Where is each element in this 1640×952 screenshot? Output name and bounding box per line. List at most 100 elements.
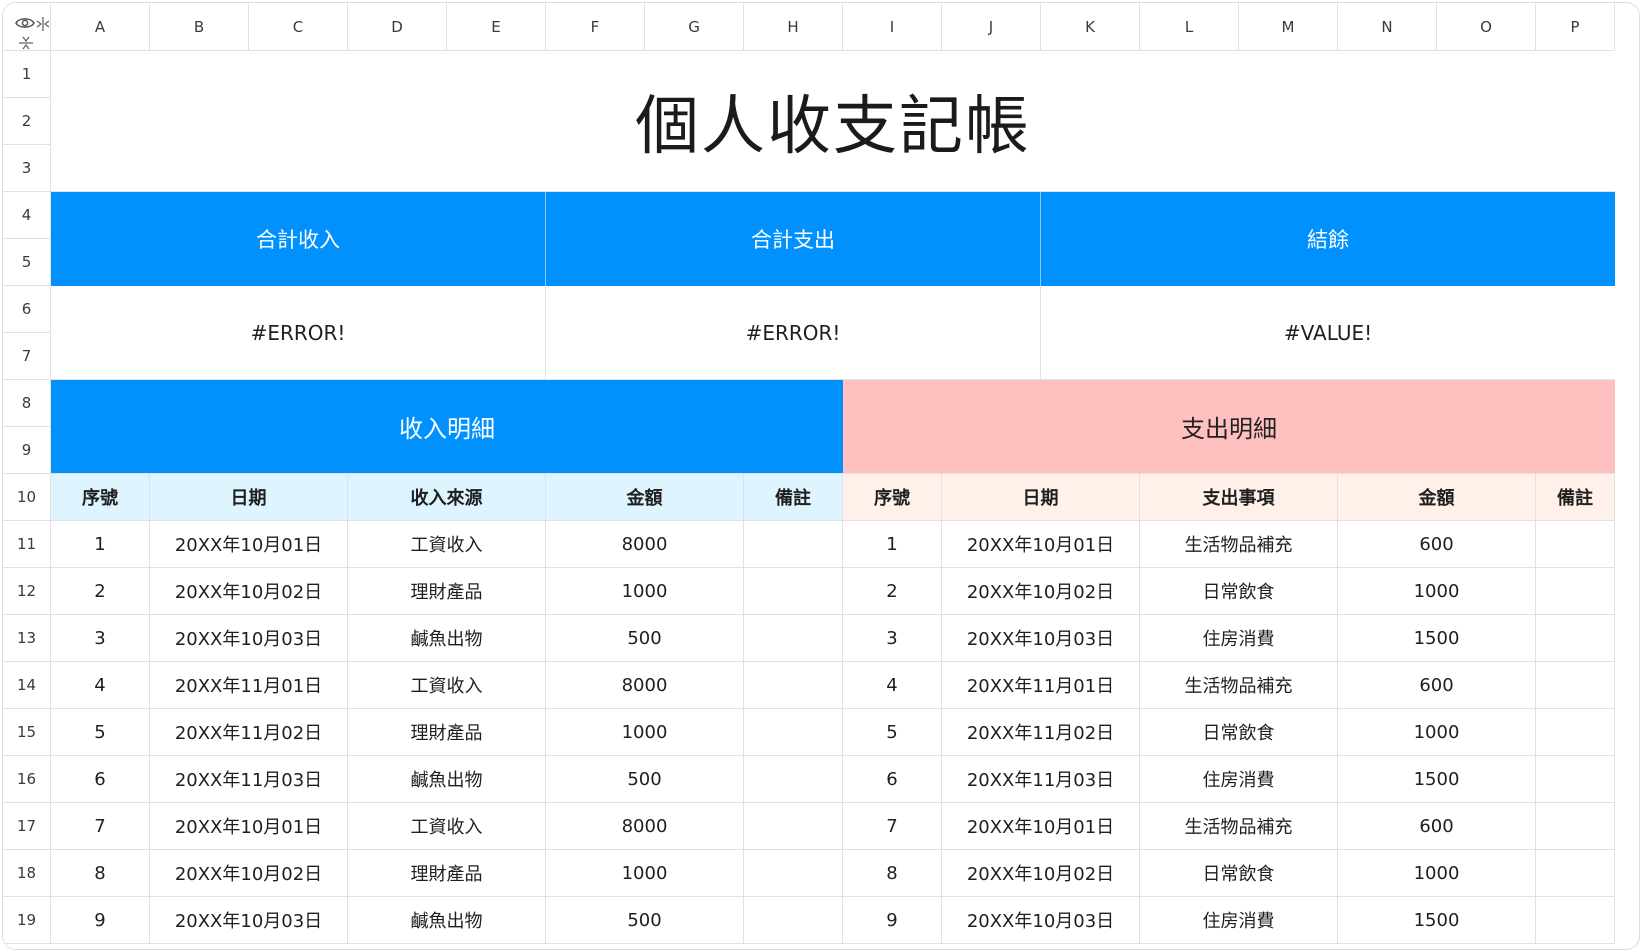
expense-index-cell[interactable]: 7 [843, 803, 942, 850]
income-col-source[interactable]: 收入來源 [348, 474, 546, 521]
row-header-5[interactable]: 5 [3, 239, 51, 286]
expense-col-date[interactable]: 日期 [942, 474, 1140, 521]
income-index-cell[interactable]: 5 [51, 709, 150, 756]
expense-amount-cell[interactable]: 1000 [1338, 709, 1536, 756]
expense-col-amount[interactable]: 金額 [1338, 474, 1536, 521]
expense-index-cell[interactable]: 3 [843, 615, 942, 662]
grid-corner[interactable] [3, 3, 51, 51]
income-source-cell[interactable]: 理財產品 [348, 850, 546, 897]
income-source-cell[interactable]: 鹹魚出物 [348, 615, 546, 662]
income-source-cell[interactable]: 理財產品 [348, 568, 546, 615]
income-date-cell[interactable]: 20XX年10月03日 [150, 897, 348, 944]
income-source-cell[interactable]: 工資收入 [348, 662, 546, 709]
expense-item-cell[interactable]: 生活物品補充 [1140, 803, 1338, 850]
income-source-cell[interactable]: 工資收入 [348, 803, 546, 850]
income-amount-cell[interactable]: 8000 [546, 521, 744, 568]
row-header-13[interactable]: 13 [3, 615, 51, 662]
income-note-cell[interactable] [744, 850, 843, 897]
row-resize-icon[interactable] [18, 36, 34, 50]
column-header-j[interactable]: J [942, 3, 1041, 51]
expense-col-note[interactable]: 備註 [1536, 474, 1615, 521]
row-header-10[interactable]: 10 [3, 474, 51, 521]
income-col-date[interactable]: 日期 [150, 474, 348, 521]
expense-index-cell[interactable]: 9 [843, 897, 942, 944]
income-index-cell[interactable]: 2 [51, 568, 150, 615]
row-header-11[interactable]: 11 [3, 521, 51, 568]
income-note-cell[interactable] [744, 615, 843, 662]
income-date-cell[interactable]: 20XX年10月02日 [150, 850, 348, 897]
row-header-7[interactable]: 7 [3, 333, 51, 380]
expense-item-cell[interactable]: 生活物品補充 [1140, 521, 1338, 568]
column-header-d[interactable]: D [348, 3, 447, 51]
row-header-9[interactable]: 9 [3, 427, 51, 474]
income-index-cell[interactable]: 4 [51, 662, 150, 709]
expense-amount-cell[interactable]: 600 [1338, 662, 1536, 709]
expense-index-cell[interactable]: 1 [843, 521, 942, 568]
column-header-n[interactable]: N [1338, 3, 1437, 51]
income-date-cell[interactable]: 20XX年10月03日 [150, 615, 348, 662]
row-header-12[interactable]: 12 [3, 568, 51, 615]
balance-label[interactable]: 結餘 [1041, 192, 1615, 286]
income-note-cell[interactable] [744, 897, 843, 944]
income-note-cell[interactable] [744, 756, 843, 803]
income-section-header[interactable]: 收入明細 [51, 380, 843, 474]
expense-amount-cell[interactable]: 1500 [1338, 897, 1536, 944]
expense-item-cell[interactable]: 日常飲食 [1140, 568, 1338, 615]
income-amount-cell[interactable]: 500 [546, 756, 744, 803]
expense-amount-cell[interactable]: 1500 [1338, 756, 1536, 803]
income-note-cell[interactable] [744, 709, 843, 756]
expense-col-index[interactable]: 序號 [843, 474, 942, 521]
expense-item-cell[interactable]: 日常飲食 [1140, 709, 1338, 756]
expense-index-cell[interactable]: 6 [843, 756, 942, 803]
total-expense-label[interactable]: 合計支出 [546, 192, 1041, 286]
income-amount-cell[interactable]: 1000 [546, 850, 744, 897]
row-header-2[interactable]: 2 [3, 98, 51, 145]
expense-item-cell[interactable]: 住房消費 [1140, 756, 1338, 803]
expense-col-item[interactable]: 支出事項 [1140, 474, 1338, 521]
column-header-e[interactable]: E [447, 3, 546, 51]
expense-note-cell[interactable] [1536, 756, 1615, 803]
expense-item-cell[interactable]: 日常飲食 [1140, 850, 1338, 897]
expense-note-cell[interactable] [1536, 615, 1615, 662]
expense-index-cell[interactable]: 4 [843, 662, 942, 709]
column-header-f[interactable]: F [546, 3, 645, 51]
income-col-index[interactable]: 序號 [51, 474, 150, 521]
row-header-18[interactable]: 18 [3, 850, 51, 897]
row-header-15[interactable]: 15 [3, 709, 51, 756]
row-header-16[interactable]: 16 [3, 756, 51, 803]
income-amount-cell[interactable]: 500 [546, 615, 744, 662]
income-date-cell[interactable]: 20XX年11月02日 [150, 709, 348, 756]
income-amount-cell[interactable]: 1000 [546, 568, 744, 615]
expense-item-cell[interactable]: 住房消費 [1140, 615, 1338, 662]
expense-section-header[interactable]: 支出明細 [843, 380, 1615, 474]
expense-note-cell[interactable] [1536, 709, 1615, 756]
row-header-17[interactable]: 17 [3, 803, 51, 850]
row-header-8[interactable]: 8 [3, 380, 51, 427]
column-header-k[interactable]: K [1041, 3, 1140, 51]
expense-note-cell[interactable] [1536, 803, 1615, 850]
income-date-cell[interactable]: 20XX年10月01日 [150, 521, 348, 568]
expense-note-cell[interactable] [1536, 850, 1615, 897]
column-resize-icon[interactable] [36, 16, 50, 32]
expense-amount-cell[interactable]: 1000 [1338, 568, 1536, 615]
income-source-cell[interactable]: 鹹魚出物 [348, 897, 546, 944]
expense-amount-cell[interactable]: 600 [1338, 803, 1536, 850]
income-note-cell[interactable] [744, 803, 843, 850]
income-source-cell[interactable]: 理財產品 [348, 709, 546, 756]
expense-item-cell[interactable]: 住房消費 [1140, 897, 1338, 944]
income-amount-cell[interactable]: 500 [546, 897, 744, 944]
column-header-c[interactable]: C [249, 3, 348, 51]
income-source-cell[interactable]: 工資收入 [348, 521, 546, 568]
expense-note-cell[interactable] [1536, 521, 1615, 568]
income-note-cell[interactable] [744, 521, 843, 568]
row-header-6[interactable]: 6 [3, 286, 51, 333]
income-amount-cell[interactable]: 1000 [546, 709, 744, 756]
income-date-cell[interactable]: 20XX年11月01日 [150, 662, 348, 709]
expense-date-cell[interactable]: 20XX年10月01日 [942, 521, 1140, 568]
expense-amount-cell[interactable]: 1000 [1338, 850, 1536, 897]
total-income-value[interactable]: #ERROR! [51, 286, 546, 380]
expense-date-cell[interactable]: 20XX年10月01日 [942, 803, 1140, 850]
income-index-cell[interactable]: 9 [51, 897, 150, 944]
total-expense-value[interactable]: #ERROR! [546, 286, 1041, 380]
column-header-h[interactable]: H [744, 3, 843, 51]
